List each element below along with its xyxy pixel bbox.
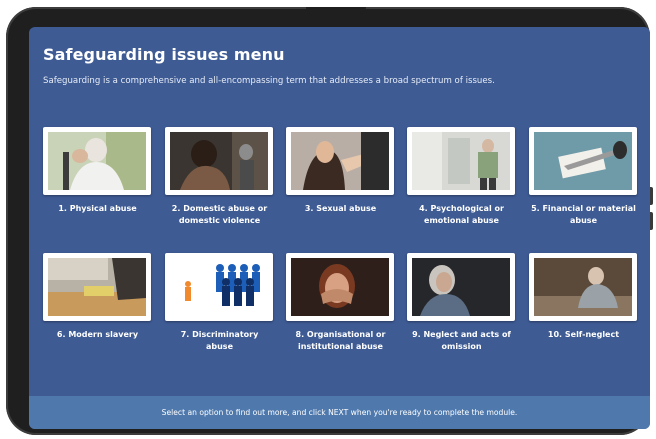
option-neglect[interactable]: 9. Neglect and acts of omission [407,253,516,353]
option-modern-slavery[interactable]: 6. Modern slavery [43,253,152,341]
sexual-abuse-photo[interactable] [291,132,389,190]
option-label: 6. Modern slavery [56,330,139,339]
option-frame[interactable] [286,253,394,321]
option-frame[interactable] [407,127,515,195]
option-label: 8. Organisational or institutional abuse [295,330,386,351]
option-label: 10. Self-neglect [547,330,620,339]
physical-abuse-photo[interactable] [48,132,146,190]
neglect-photo[interactable] [412,258,510,316]
option-self-neglect[interactable]: 10. Self-neglect [529,253,638,341]
options-grid: 1. Physical abuse 2. Domestic abuse or d… [43,127,637,372]
option-organisational-abuse[interactable]: 8. Organisational or institutional abuse [286,253,395,353]
page-subtitle: Safeguarding is a comprehensive and all-… [43,76,495,86]
option-financial-abuse[interactable]: 5. Financial or material abuse [529,127,638,227]
option-label: 1. Physical abuse [58,204,137,213]
instruction-bar: Select an option to find out more, and c… [29,396,650,429]
option-frame[interactable] [529,253,637,321]
organisational-abuse-photo[interactable] [291,258,389,316]
self-neglect-photo[interactable] [534,258,632,316]
discriminatory-abuse-photo[interactable] [170,258,268,316]
instruction-text: Select an option to find out more, and c… [161,408,518,417]
option-label: 9. Neglect and acts of omission [412,330,511,351]
option-label: 5. Financial or material abuse [531,204,636,225]
option-frame[interactable] [43,127,151,195]
option-frame[interactable] [43,253,151,321]
option-domestic-abuse[interactable]: 2. Domestic abuse or domestic violence [165,127,274,227]
financial-abuse-photo[interactable] [534,132,632,190]
option-frame[interactable] [529,127,637,195]
tablet-notch [306,7,366,14]
psychological-abuse-photo[interactable] [412,132,510,190]
option-frame[interactable] [165,253,273,321]
option-label: 4. Psychological or emotional abuse [419,204,504,225]
option-frame[interactable] [286,127,394,195]
modern-slavery-photo[interactable] [48,258,146,316]
tablet-device: Safeguarding issues menu Safeguarding is… [6,7,653,435]
option-label: 7. Discriminatory abuse [180,330,259,351]
option-sexual-abuse[interactable]: 3. Sexual abuse [286,127,395,215]
option-label: 2. Domestic abuse or domestic violence [171,204,268,225]
option-frame[interactable] [165,127,273,195]
option-psychological-abuse[interactable]: 4. Psychological or emotional abuse [407,127,516,227]
option-label: 3. Sexual abuse [304,204,377,213]
domestic-abuse-photo[interactable] [170,132,268,190]
option-discriminatory-abuse[interactable]: 7. Discriminatory abuse [165,253,274,353]
page-title: Safeguarding issues menu [43,45,285,64]
option-physical-abuse[interactable]: 1. Physical abuse [43,127,152,215]
option-frame[interactable] [407,253,515,321]
module-screen: Safeguarding issues menu Safeguarding is… [29,27,650,429]
